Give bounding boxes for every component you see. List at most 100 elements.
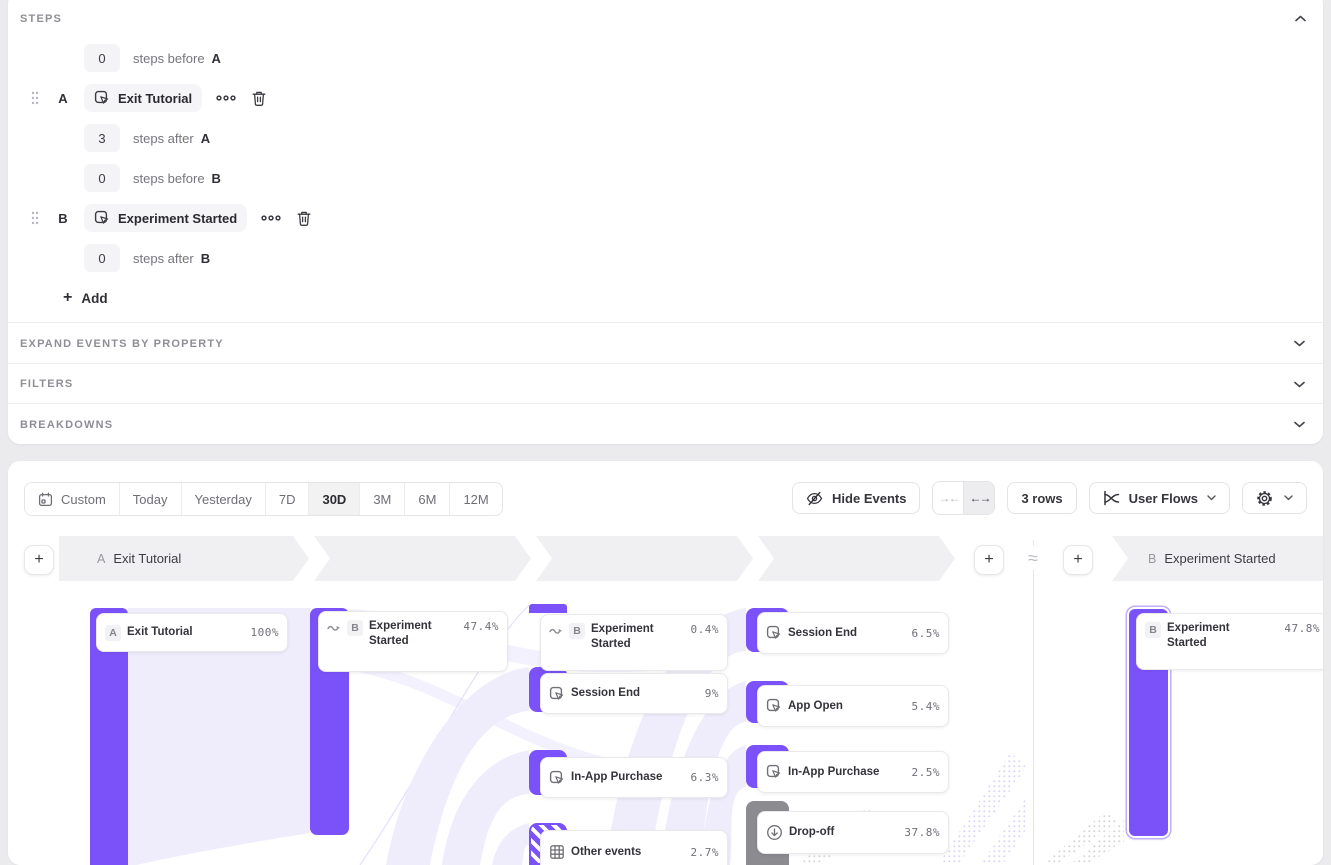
rows-button[interactable]: 3 rows (1007, 482, 1076, 514)
steps-after-a-count[interactable]: 3 (84, 124, 120, 152)
flow-node-percent: 37.8% (904, 826, 940, 839)
steps-before-a-count[interactable]: 0 (84, 44, 120, 72)
view-selector-label: User Flows (1129, 491, 1198, 506)
date-3m-button[interactable]: 3M (359, 483, 404, 515)
flows-panel: Custom Today Yesterday 7D 30D 3M 6M 12M … (8, 461, 1323, 865)
flow-node-session-end-9[interactable]: Session End 9% (540, 673, 728, 714)
flow-node-percent: 2.5% (912, 766, 941, 779)
step-badge: B (1145, 622, 1161, 638)
step-b-event-label: Experiment Started (118, 211, 237, 226)
flow-node-experiment-started-47[interactable]: B Experiment Started 47.4% (318, 611, 508, 672)
flow-header-step-b[interactable]: B Experiment Started (1112, 536, 1323, 581)
flow-header-expanded-step-3[interactable] (758, 536, 955, 581)
trash-icon[interactable] (296, 210, 312, 227)
steps-before-b-count[interactable]: 0 (84, 164, 120, 192)
drag-handle-icon[interactable] (31, 211, 39, 225)
flow-node-label: Experiment Started (369, 619, 453, 649)
section-breakdowns[interactable]: BREAKDOWNS (8, 403, 1323, 445)
flow-node-drop-off[interactable]: Drop-off 37.8% (757, 811, 949, 854)
step-a-event-label: Exit Tutorial (118, 91, 192, 106)
flow-bar-experiment-started-04[interactable] (529, 604, 567, 613)
flow-header-b-label: Experiment Started (1164, 551, 1275, 566)
flow-header-a-letter: A (97, 552, 105, 566)
add-step-middle-right-button[interactable]: + (1063, 545, 1093, 575)
section-expand-events[interactable]: EXPAND EVENTS BY PROPERTY (8, 322, 1323, 364)
more-options-icon[interactable] (216, 94, 236, 102)
flow-node-experiment-started-end[interactable]: B Experiment Started 47.8% (1136, 613, 1323, 670)
user-flows-icon (1103, 490, 1120, 506)
flow-node-experiment-started-04[interactable]: B Experiment Started 0.4% (540, 614, 728, 671)
flow-node-other-events[interactable]: Other events 2.7% (540, 830, 728, 865)
event-icon (549, 686, 565, 702)
flow-node-label: Exit Tutorial (127, 625, 245, 640)
date-7d-button[interactable]: 7D (265, 483, 309, 515)
date-30d-button[interactable]: 30D (308, 483, 359, 515)
trash-icon[interactable] (251, 90, 267, 107)
add-step-button[interactable]: + Add (63, 284, 108, 312)
flow-node-label: Other events (571, 845, 685, 860)
indirect-flow-icon (327, 619, 341, 633)
step-ref-b: B (201, 251, 210, 266)
flow-header-expanded-step-2[interactable] (536, 536, 753, 581)
steps-after-b-count[interactable]: 0 (84, 244, 120, 272)
section-expand-events-label: EXPAND EVENTS BY PROPERTY (20, 338, 224, 350)
flow-node-label: In-App Purchase (788, 765, 906, 780)
drag-handle-icon[interactable] (31, 91, 39, 105)
section-filters[interactable]: FILTERS (8, 363, 1323, 404)
flow-header-expanded-step-1[interactable] (314, 536, 531, 581)
flow-node-percent: 9% (705, 687, 719, 700)
event-icon (766, 625, 782, 641)
gear-icon (1256, 490, 1273, 507)
chevron-up-icon[interactable] (1295, 15, 1306, 22)
settings-button[interactable] (1242, 482, 1307, 514)
flows-toolbar: Hide Events →← ←→ 3 rows User Flows (792, 482, 1307, 514)
date-range-control: Custom Today Yesterday 7D 30D 3M 6M 12M (24, 482, 503, 516)
event-icon (766, 764, 782, 780)
flow-node-session-end-65[interactable]: Session End 6.5% (757, 612, 949, 654)
more-options-icon[interactable] (261, 214, 281, 222)
steps-after-b-row: 0 steps after B (84, 244, 1323, 272)
spacing-toggle: →← ←→ (932, 481, 995, 515)
flow-node-label: App Open (788, 699, 906, 714)
flow-node-percent: 47.8% (1284, 621, 1320, 635)
flow-header-a-label: Exit Tutorial (113, 551, 181, 566)
compress-columns-icon[interactable]: →← (933, 482, 963, 514)
steps-after-label: steps after (133, 131, 194, 146)
chevron-down-icon (1294, 421, 1305, 428)
flow-node-percent: 0.4% (691, 622, 720, 636)
hide-events-button[interactable]: Hide Events (792, 482, 920, 514)
drop-off-icon (766, 824, 783, 841)
date-6m-button[interactable]: 6M (404, 483, 449, 515)
expand-columns-icon[interactable]: ←→ (963, 482, 994, 514)
add-step-label: Add (81, 291, 107, 306)
flow-node-label: Drop-off (789, 825, 898, 840)
grid-icon (549, 844, 565, 860)
step-ref-a: A (212, 51, 221, 66)
step-a-letter: A (56, 91, 70, 106)
flow-node-in-app-purchase-25[interactable]: In-App Purchase 2.5% (757, 751, 949, 793)
calendar-icon (38, 492, 53, 507)
step-b-letter: B (56, 211, 70, 226)
step-b-event-button[interactable]: Experiment Started (84, 204, 247, 232)
flow-node-in-app-purchase-63[interactable]: In-App Purchase 6.3% (540, 757, 728, 798)
chevron-down-icon (1294, 340, 1305, 347)
date-custom-button[interactable]: Custom (25, 483, 119, 515)
event-icon (94, 210, 110, 226)
hide-events-label: Hide Events (832, 491, 906, 506)
step-a-row: A Exit Tutorial (8, 84, 1323, 112)
steps-before-label: steps before (133, 51, 205, 66)
flow-header-step-a[interactable]: A Exit Tutorial (59, 536, 309, 581)
flow-node-exit-tutorial[interactable]: A Exit Tutorial 100% (96, 613, 288, 652)
add-step-before-button[interactable]: + (24, 545, 54, 575)
step-a-event-button[interactable]: Exit Tutorial (84, 84, 202, 112)
date-yesterday-button[interactable]: Yesterday (181, 483, 265, 515)
flow-node-app-open[interactable]: App Open 5.4% (757, 685, 949, 727)
flow-node-label: Session End (788, 626, 906, 641)
step-badge: B (347, 620, 363, 636)
user-flows-page: STEPS 0 steps before A A Exit Tutorial (0, 0, 1331, 865)
add-step-middle-left-button[interactable]: + (974, 545, 1004, 575)
view-selector-button[interactable]: User Flows (1089, 482, 1230, 514)
plus-icon: + (63, 290, 72, 306)
date-12m-button[interactable]: 12M (449, 483, 501, 515)
date-today-button[interactable]: Today (119, 483, 181, 515)
